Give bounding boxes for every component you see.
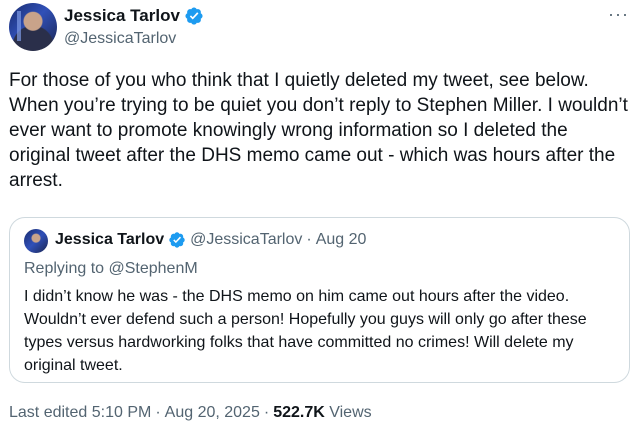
quoted-date[interactable]: Aug 20 [316, 229, 367, 251]
meta-separator-2: · [263, 404, 270, 421]
quoted-tweet-card[interactable]: Jessica Tarlov @JessicaTarlov · Aug 20 R… [9, 217, 630, 383]
views-label: Views [329, 404, 372, 421]
more-icon[interactable]: ··· [608, 4, 629, 24]
quoted-tweet-text: I didn’t know he was - the DHS memo on h… [24, 288, 587, 374]
edited-prefix[interactable]: Last edited [9, 404, 92, 421]
tweet-date[interactable]: Aug 20, 2025 [165, 404, 260, 421]
author-avatar[interactable] [9, 3, 57, 51]
replying-to-prefix: Replying to [24, 260, 109, 277]
author-handle[interactable]: @JessicaTarlov [64, 29, 176, 49]
tweet-text: For those of you who think that I quietl… [9, 70, 628, 191]
replying-to-handle[interactable]: @StephenM [109, 260, 198, 277]
quoted-author-handle[interactable]: @JessicaTarlov [190, 229, 302, 251]
replying-to-line: Replying to @StephenM [24, 258, 198, 280]
quoted-tweet-header: Jessica Tarlov @JessicaTarlov · Aug 20 [55, 229, 366, 251]
meta-separator: · [155, 404, 161, 421]
quoted-author-avatar[interactable] [24, 229, 48, 253]
verified-badge-icon [169, 232, 185, 248]
author-name-row: Jessica Tarlov [64, 6, 204, 26]
author-name[interactable]: Jessica Tarlov [64, 6, 180, 26]
avatar-decor [17, 11, 21, 41]
verified-badge-icon[interactable] [184, 6, 204, 26]
tweet-meta: Last edited 5:10 PM · Aug 20, 2025 · 522.7K … [9, 402, 372, 424]
views-count[interactable]: 522.7K [273, 404, 325, 421]
quoted-author-name[interactable]: Jessica Tarlov [55, 229, 164, 251]
tweet-time[interactable]: 5:10 PM [92, 404, 152, 421]
quoted-separator: · [306, 231, 312, 248]
